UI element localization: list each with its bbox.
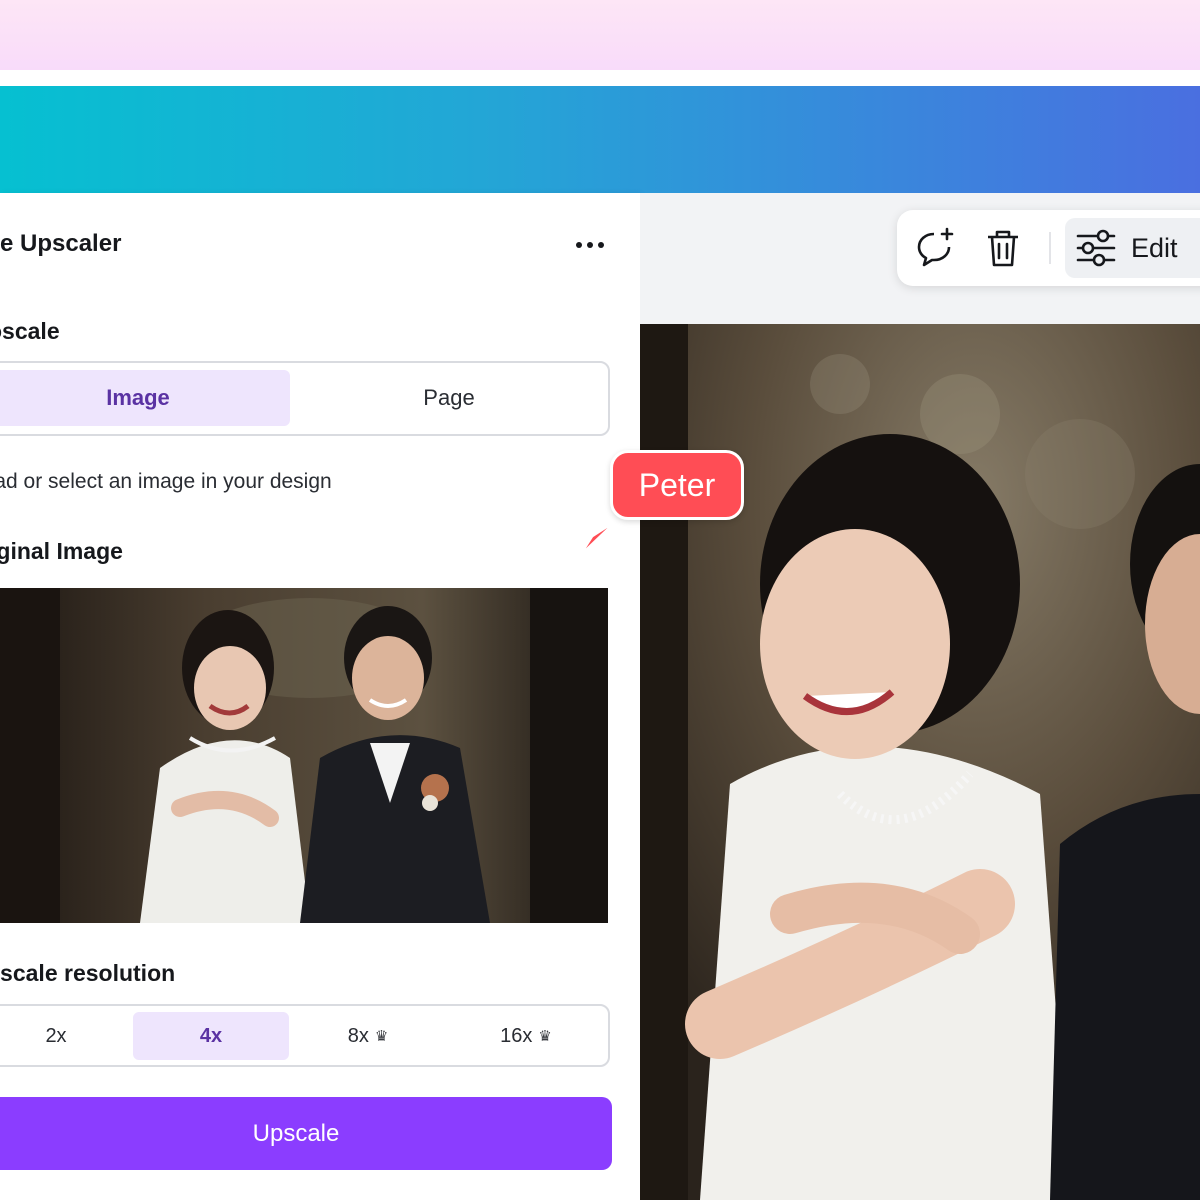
delete-button[interactable] bbox=[979, 224, 1027, 272]
toolbar-divider bbox=[1049, 232, 1051, 264]
resolution-2x[interactable]: 2x bbox=[0, 1012, 126, 1060]
original-image-thumbnail[interactable] bbox=[0, 588, 608, 923]
resolution-section-label: oscale resolution bbox=[0, 960, 176, 986]
upscale-target-selector: Image Page bbox=[0, 361, 610, 436]
resolution-4x-label: 4x bbox=[199, 1024, 223, 1047]
more-options-button[interactable] bbox=[566, 232, 614, 258]
resolution-4x[interactable]: 4x bbox=[133, 1012, 289, 1060]
collaborator-cursor-icon bbox=[576, 516, 622, 560]
top-banner bbox=[0, 0, 1200, 70]
resolution-selector: 2x 4x 8x ♛ 16x ♛ bbox=[0, 1004, 610, 1067]
trash-icon bbox=[988, 230, 1018, 267]
resolution-16x-label: 16x bbox=[500, 1024, 533, 1047]
option-page[interactable]: Page bbox=[294, 370, 604, 426]
edit-label: Edit bbox=[1131, 232, 1178, 263]
edit-button[interactable]: Edit bbox=[1065, 218, 1200, 278]
upscale-button[interactable]: Upscale bbox=[0, 1097, 612, 1170]
floating-toolbar: Edit bbox=[897, 210, 1200, 286]
editor-header-bar bbox=[0, 86, 1200, 193]
dot-icon bbox=[576, 242, 582, 248]
original-image-label: iginal Image bbox=[0, 538, 123, 564]
dot-icon bbox=[587, 242, 593, 248]
dot-icon bbox=[598, 242, 604, 248]
upscale-section-label: oscale bbox=[0, 318, 60, 344]
resolution-2x-label: 2x bbox=[45, 1024, 67, 1047]
resolution-16x[interactable]: 16x ♛ bbox=[448, 1012, 604, 1060]
crown-icon: ♛ bbox=[538, 1028, 552, 1045]
option-page-label: Page bbox=[423, 385, 475, 410]
banner-gap bbox=[0, 70, 1200, 86]
add-comment-button[interactable] bbox=[911, 224, 959, 272]
crown-icon: ♛ bbox=[374, 1028, 389, 1045]
wedding-photo-thumbnail bbox=[0, 588, 608, 923]
resolution-8x-label: 8x bbox=[347, 1024, 369, 1047]
collaborator-name-tag: Peter bbox=[610, 450, 744, 520]
option-image-label: Image bbox=[106, 385, 170, 410]
instruction-text: load or select an image in your design bbox=[0, 470, 332, 493]
option-image[interactable]: Image bbox=[0, 370, 290, 426]
comment-add-icon bbox=[917, 227, 954, 267]
sliders-icon bbox=[1076, 229, 1116, 267]
resolution-8x[interactable]: 8x ♛ bbox=[293, 1012, 443, 1060]
panel-title: age Upscaler bbox=[0, 230, 122, 257]
